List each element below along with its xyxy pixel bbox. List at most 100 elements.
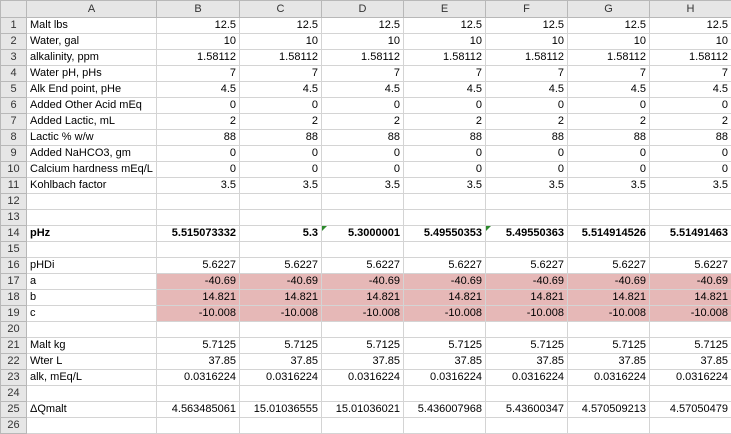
value-cell[interactable] xyxy=(650,418,731,434)
value-cell[interactable] xyxy=(486,194,568,210)
value-cell[interactable]: 2 xyxy=(404,114,486,130)
select-all-corner[interactable] xyxy=(1,1,27,18)
row-label-cell[interactable]: pHDi xyxy=(27,258,157,274)
value-cell[interactable] xyxy=(240,418,322,434)
value-cell[interactable]: 88 xyxy=(650,130,731,146)
row-label-cell[interactable]: c xyxy=(27,306,157,322)
value-cell[interactable]: 7 xyxy=(486,66,568,82)
value-cell[interactable]: 12.5 xyxy=(568,18,650,34)
value-cell[interactable] xyxy=(486,386,568,402)
value-cell[interactable]: 5.43600347 xyxy=(486,402,568,418)
row-header[interactable]: 20 xyxy=(1,322,27,338)
value-cell[interactable]: 7 xyxy=(650,66,731,82)
row-label-cell[interactable]: pHz xyxy=(27,226,157,242)
value-cell[interactable]: -40.69 xyxy=(240,274,322,290)
value-cell[interactable]: 7 xyxy=(568,66,650,82)
value-cell[interactable] xyxy=(240,194,322,210)
value-cell[interactable] xyxy=(322,418,404,434)
value-cell[interactable] xyxy=(650,210,731,226)
row-label-cell[interactable]: Malt lbs xyxy=(27,18,157,34)
value-cell[interactable]: 4.5 xyxy=(404,82,486,98)
value-cell[interactable] xyxy=(157,242,240,258)
value-cell[interactable]: 0.0316224 xyxy=(486,370,568,386)
row-header[interactable]: 21 xyxy=(1,338,27,354)
value-cell[interactable]: 1.58112 xyxy=(240,50,322,66)
value-cell[interactable]: 5.6227 xyxy=(650,258,731,274)
value-cell[interactable]: 5.6227 xyxy=(404,258,486,274)
row-header[interactable]: 18 xyxy=(1,290,27,306)
value-cell[interactable]: -40.69 xyxy=(322,274,404,290)
value-cell[interactable]: 0 xyxy=(568,98,650,114)
value-cell[interactable]: 4.5 xyxy=(240,82,322,98)
row-label-cell[interactable]: Alk End point, pHe xyxy=(27,82,157,98)
row-header[interactable]: 7 xyxy=(1,114,27,130)
row-label-cell[interactable]: alkalinity, ppm xyxy=(27,50,157,66)
value-cell[interactable] xyxy=(157,322,240,338)
value-cell[interactable]: 0 xyxy=(568,162,650,178)
value-cell[interactable]: 12.5 xyxy=(322,18,404,34)
value-cell[interactable]: -10.008 xyxy=(650,306,731,322)
value-cell[interactable]: 37.85 xyxy=(404,354,486,370)
value-cell[interactable]: 2 xyxy=(322,114,404,130)
value-cell[interactable]: 7 xyxy=(240,66,322,82)
value-cell[interactable]: 4.5 xyxy=(486,82,568,98)
value-cell[interactable] xyxy=(568,386,650,402)
value-cell[interactable]: 2 xyxy=(568,114,650,130)
value-cell[interactable] xyxy=(322,210,404,226)
value-cell[interactable]: 3.5 xyxy=(157,178,240,194)
row-header[interactable]: 19 xyxy=(1,306,27,322)
value-cell[interactable]: 88 xyxy=(404,130,486,146)
row-header[interactable]: 4 xyxy=(1,66,27,82)
value-cell[interactable]: 5.49550353 xyxy=(404,226,486,242)
value-cell[interactable] xyxy=(568,242,650,258)
value-cell[interactable]: 4.5 xyxy=(157,82,240,98)
value-cell[interactable]: 14.821 xyxy=(486,290,568,306)
value-cell[interactable] xyxy=(404,386,486,402)
value-cell[interactable]: -10.008 xyxy=(157,306,240,322)
value-cell[interactable] xyxy=(240,242,322,258)
value-cell[interactable]: 0 xyxy=(322,146,404,162)
row-label-cell[interactable]: Lactic % w/w xyxy=(27,130,157,146)
value-cell[interactable]: 88 xyxy=(568,130,650,146)
value-cell[interactable]: 1.58112 xyxy=(568,50,650,66)
value-cell[interactable] xyxy=(486,322,568,338)
value-cell[interactable]: -10.008 xyxy=(486,306,568,322)
row-header[interactable]: 12 xyxy=(1,194,27,210)
value-cell[interactable]: 0 xyxy=(486,162,568,178)
value-cell[interactable]: 0 xyxy=(404,146,486,162)
value-cell[interactable] xyxy=(486,210,568,226)
value-cell[interactable]: 37.85 xyxy=(157,354,240,370)
value-cell[interactable]: 14.821 xyxy=(240,290,322,306)
row-header[interactable]: 10 xyxy=(1,162,27,178)
row-header[interactable]: 13 xyxy=(1,210,27,226)
value-cell[interactable]: 12.5 xyxy=(404,18,486,34)
value-cell[interactable] xyxy=(404,322,486,338)
row-label-cell[interactable]: Wter L xyxy=(27,354,157,370)
value-cell[interactable]: 10 xyxy=(322,34,404,50)
value-cell[interactable]: 88 xyxy=(322,130,404,146)
value-cell[interactable]: 37.85 xyxy=(322,354,404,370)
value-cell[interactable]: 10 xyxy=(486,34,568,50)
column-header-f[interactable]: F xyxy=(486,1,568,18)
value-cell[interactable]: 14.821 xyxy=(322,290,404,306)
row-label-cell[interactable] xyxy=(27,322,157,338)
row-label-cell[interactable]: Calcium hardness mEq/L xyxy=(27,162,157,178)
value-cell[interactable]: 5.7125 xyxy=(650,338,731,354)
value-cell[interactable]: 37.85 xyxy=(650,354,731,370)
value-cell[interactable]: -10.008 xyxy=(240,306,322,322)
row-header[interactable]: 9 xyxy=(1,146,27,162)
value-cell[interactable]: -40.69 xyxy=(404,274,486,290)
row-header[interactable]: 14 xyxy=(1,226,27,242)
value-cell[interactable]: 5.515073332 xyxy=(157,226,240,242)
value-cell[interactable]: 5.49550363 xyxy=(486,226,568,242)
value-cell[interactable]: 3.5 xyxy=(240,178,322,194)
value-cell[interactable]: 0 xyxy=(650,146,731,162)
value-cell[interactable]: 14.821 xyxy=(404,290,486,306)
value-cell[interactable]: 3.5 xyxy=(486,178,568,194)
row-label-cell[interactable]: Malt kg xyxy=(27,338,157,354)
value-cell[interactable]: 1.58112 xyxy=(404,50,486,66)
value-cell[interactable]: 88 xyxy=(486,130,568,146)
value-cell[interactable]: 7 xyxy=(404,66,486,82)
value-cell[interactable]: 14.821 xyxy=(568,290,650,306)
value-cell[interactable]: 0 xyxy=(486,146,568,162)
